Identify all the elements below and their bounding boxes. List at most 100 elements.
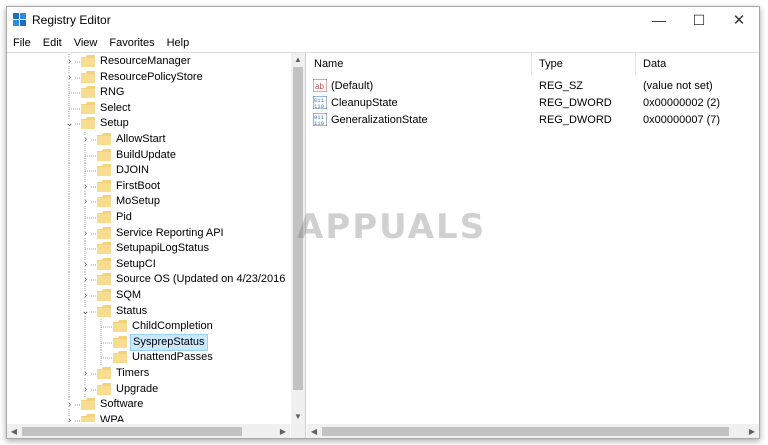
expand-chevron-icon[interactable]: › [65, 57, 74, 67]
tree-node-label[interactable]: Timers [114, 366, 151, 381]
expand-chevron-icon[interactable]: › [65, 72, 74, 82]
folder-icon [81, 117, 95, 130]
tree-node[interactable]: › Software [7, 397, 288, 414]
tree-node[interactable]: › Upgrade [7, 381, 288, 398]
tree-node[interactable]: › SetupCI [7, 256, 288, 273]
minimize-button[interactable]: — [639, 7, 679, 33]
tree-horizontal-scrollbar[interactable]: ◀ ▶ [7, 424, 290, 438]
scroll-left-icon[interactable]: ◀ [7, 424, 21, 438]
column-header-type[interactable]: Type [532, 53, 636, 75]
value-data: (value not set) [643, 80, 713, 92]
tree-node[interactable]: › MoSetup [7, 194, 288, 211]
scroll-right-icon[interactable]: ▶ [745, 424, 759, 438]
tree-node-label[interactable]: Select [98, 101, 133, 116]
expand-chevron-icon[interactable]: › [81, 228, 90, 238]
collapse-chevron-icon[interactable]: ⌄ [65, 119, 74, 129]
tree-node[interactable]: › ResourcePolicyStore [7, 69, 288, 86]
maximize-button[interactable]: ☐ [679, 7, 719, 33]
expand-chevron-icon[interactable]: › [65, 415, 74, 422]
tree-node[interactable]: ⌄ Status [7, 303, 288, 320]
tree-hscroll-thumb[interactable] [22, 427, 242, 436]
tree-connector-lines [68, 319, 113, 336]
scroll-right-icon[interactable]: ▶ [276, 424, 290, 438]
list-horizontal-scrollbar[interactable]: ◀ ▶ [307, 424, 759, 438]
tree-node[interactable]: RNG [7, 85, 288, 102]
list-hscroll-thumb[interactable] [322, 427, 729, 436]
tree-node[interactable]: › ResourceManager [7, 54, 288, 70]
value-type: REG_DWORD [539, 97, 612, 109]
column-header-data[interactable]: Data [636, 53, 759, 75]
tree-node-label[interactable]: RNG [98, 85, 126, 100]
svg-text:ab: ab [315, 82, 324, 91]
tree-node[interactable]: › Source OS (Updated on 4/23/2016 05:5 [7, 272, 288, 289]
tree-node-label[interactable]: UnattendPasses [130, 350, 215, 365]
expand-chevron-icon[interactable]: › [65, 400, 74, 410]
tree-node-label[interactable]: SQM [114, 288, 143, 303]
tree-node-label[interactable]: SetupCI [114, 257, 158, 272]
tree-node[interactable]: BuildUpdate [7, 147, 288, 164]
tree-node[interactable]: › AllowStart [7, 132, 288, 148]
tree-node-label[interactable]: DJOIN [114, 163, 151, 178]
value-row[interactable]: 011 110 GeneralizationState REG_DWORD 0x0000… [307, 112, 759, 128]
tree-node[interactable]: Select [7, 100, 288, 117]
menu-favorites[interactable]: Favorites [103, 34, 160, 52]
menu-help[interactable]: Help [161, 34, 196, 52]
scrollbar-corner [291, 424, 305, 438]
tree-node[interactable]: DJOIN [7, 163, 288, 180]
column-header-name[interactable]: Name [307, 53, 532, 75]
tree-node[interactable]: › Timers [7, 366, 288, 382]
tree-node-label[interactable]: ResourcePolicyStore [98, 70, 205, 85]
tree-node-label[interactable]: ResourceManager [98, 54, 193, 69]
tree-node-label[interactable]: Setup [98, 116, 131, 131]
tree-node-label[interactable]: BuildUpdate [114, 148, 178, 163]
scroll-up-icon[interactable]: ▲ [291, 53, 305, 67]
scroll-left-icon[interactable]: ◀ [307, 424, 321, 438]
tree-node-label[interactable]: Upgrade [114, 382, 160, 397]
tree-node-label[interactable]: WPA [98, 413, 126, 422]
tree-node[interactable]: ChildCompletion [7, 319, 288, 336]
menu-file[interactable]: File [7, 34, 37, 52]
tree-node-label-selected[interactable]: SysprepStatus [130, 333, 208, 351]
scroll-down-icon[interactable]: ▼ [291, 410, 305, 424]
expand-chevron-icon[interactable]: › [81, 197, 90, 207]
value-name: GeneralizationState [331, 114, 428, 126]
expand-chevron-icon[interactable]: › [81, 181, 90, 191]
expand-chevron-icon[interactable]: › [81, 135, 90, 145]
tree-node-label[interactable]: MoSetup [114, 194, 162, 209]
tree-node-label[interactable]: Service Reporting API [114, 226, 226, 241]
tree-node[interactable]: SysprepStatus [7, 333, 288, 351]
tree-node[interactable]: SetupapiLogStatus [7, 241, 288, 258]
tree-node[interactable]: › Service Reporting API [7, 225, 288, 242]
expand-chevron-icon[interactable]: › [81, 275, 90, 285]
expand-chevron-icon[interactable]: › [81, 259, 90, 269]
tree-node-label[interactable]: Source OS (Updated on 4/23/2016 05:5 [114, 272, 288, 287]
tree-node[interactable]: › FirstBoot [7, 178, 288, 195]
tree-node[interactable]: › SQM [7, 288, 288, 304]
tree-node-label[interactable]: FirstBoot [114, 179, 162, 194]
tree-node-label[interactable]: SetupapiLogStatus [114, 241, 211, 256]
tree-node-label[interactable]: Pid [114, 210, 134, 225]
list-header: Name Type Data [307, 53, 759, 75]
folder-icon [97, 164, 111, 177]
key-tree-pane[interactable]: › ResourceManager › ResourcePolicyStore RNG S… [7, 52, 306, 438]
tree-node-label[interactable]: ChildCompletion [130, 319, 215, 334]
tree-node-label[interactable]: AllowStart [114, 132, 168, 147]
expand-chevron-icon[interactable]: › [81, 369, 90, 379]
expand-chevron-icon[interactable]: › [81, 291, 90, 301]
tree-node-label[interactable]: Software [98, 397, 145, 412]
collapse-chevron-icon[interactable]: ⌄ [81, 306, 90, 316]
tree-node[interactable]: › WPA [7, 412, 288, 422]
close-button[interactable]: ✕ [719, 7, 759, 33]
value-row[interactable]: 011 110 CleanupState REG_DWORD 0x00000002 (2… [307, 95, 759, 111]
tree-node[interactable]: UnattendPasses [7, 350, 288, 367]
value-row[interactable]: ab (Default) REG_SZ (value not set) [307, 78, 759, 94]
tree-node[interactable]: Pid [7, 210, 288, 226]
tree-node[interactable]: ⌄ Setup [7, 116, 288, 133]
tree-node-label[interactable]: Status [114, 304, 149, 319]
folder-icon [97, 367, 111, 379]
svg-text:110: 110 [314, 120, 324, 126]
menu-view[interactable]: View [68, 34, 104, 52]
title-bar[interactable]: Registry Editor — ☐ ✕ [7, 7, 759, 33]
menu-edit[interactable]: Edit [37, 34, 68, 52]
expand-chevron-icon[interactable]: › [81, 384, 90, 394]
